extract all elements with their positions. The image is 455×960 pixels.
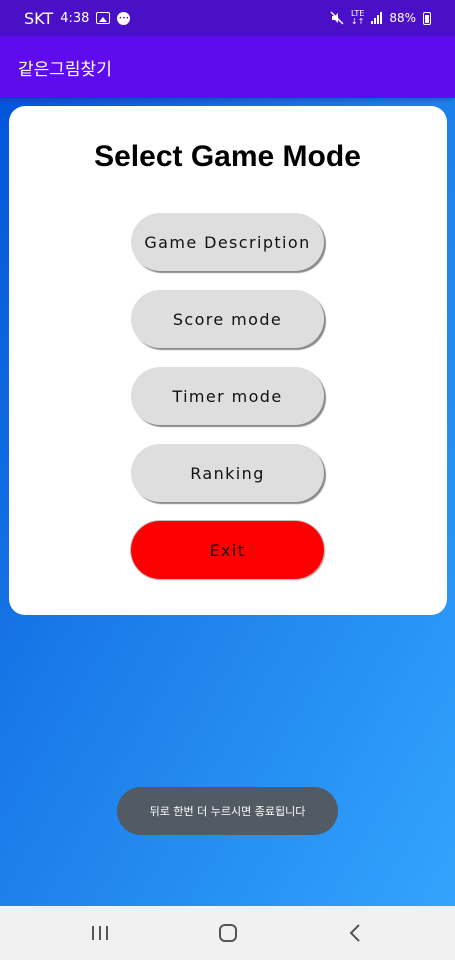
battery-percent: 88% — [389, 11, 416, 25]
status-right: LTE ↓↑ 88% — [330, 10, 431, 26]
game-description-button[interactable]: Game Description — [131, 213, 324, 271]
back-button[interactable] — [315, 906, 395, 960]
mute-icon — [330, 11, 344, 25]
app-title: 같은그림찾기 — [18, 59, 112, 80]
page-title: Select Game Mode — [94, 140, 361, 173]
image-notification-icon — [96, 12, 111, 24]
navigation-bar — [0, 906, 455, 960]
back-icon — [349, 924, 360, 942]
home-button[interactable] — [188, 906, 268, 960]
carrier-label: SKT — [24, 8, 54, 28]
app-bar: 같은그림찾기 — [0, 36, 455, 98]
score-mode-button[interactable]: Score mode — [131, 290, 324, 348]
signal-icon — [371, 12, 383, 24]
ranking-button[interactable]: Ranking — [131, 444, 324, 502]
home-icon — [219, 924, 237, 942]
status-left: SKT 4:38 ••• — [24, 8, 131, 28]
recents-icon — [92, 926, 108, 940]
status-bar: SKT 4:38 ••• LTE ↓↑ 88% — [0, 0, 455, 36]
recents-button[interactable] — [60, 906, 140, 960]
clock: 4:38 — [60, 10, 90, 26]
lte-icon: LTE ↓↑ — [350, 9, 365, 26]
timer-mode-button[interactable]: Timer mode — [131, 367, 324, 425]
chat-notification-icon: ••• — [117, 11, 131, 25]
battery-icon — [423, 11, 431, 25]
toast-message: 뒤로 한번 더 누르시면 종료됩니다 — [117, 787, 338, 835]
toast-text: 뒤로 한번 더 누르시면 종료됩니다 — [149, 805, 306, 818]
exit-button[interactable]: Exit — [131, 521, 324, 579]
